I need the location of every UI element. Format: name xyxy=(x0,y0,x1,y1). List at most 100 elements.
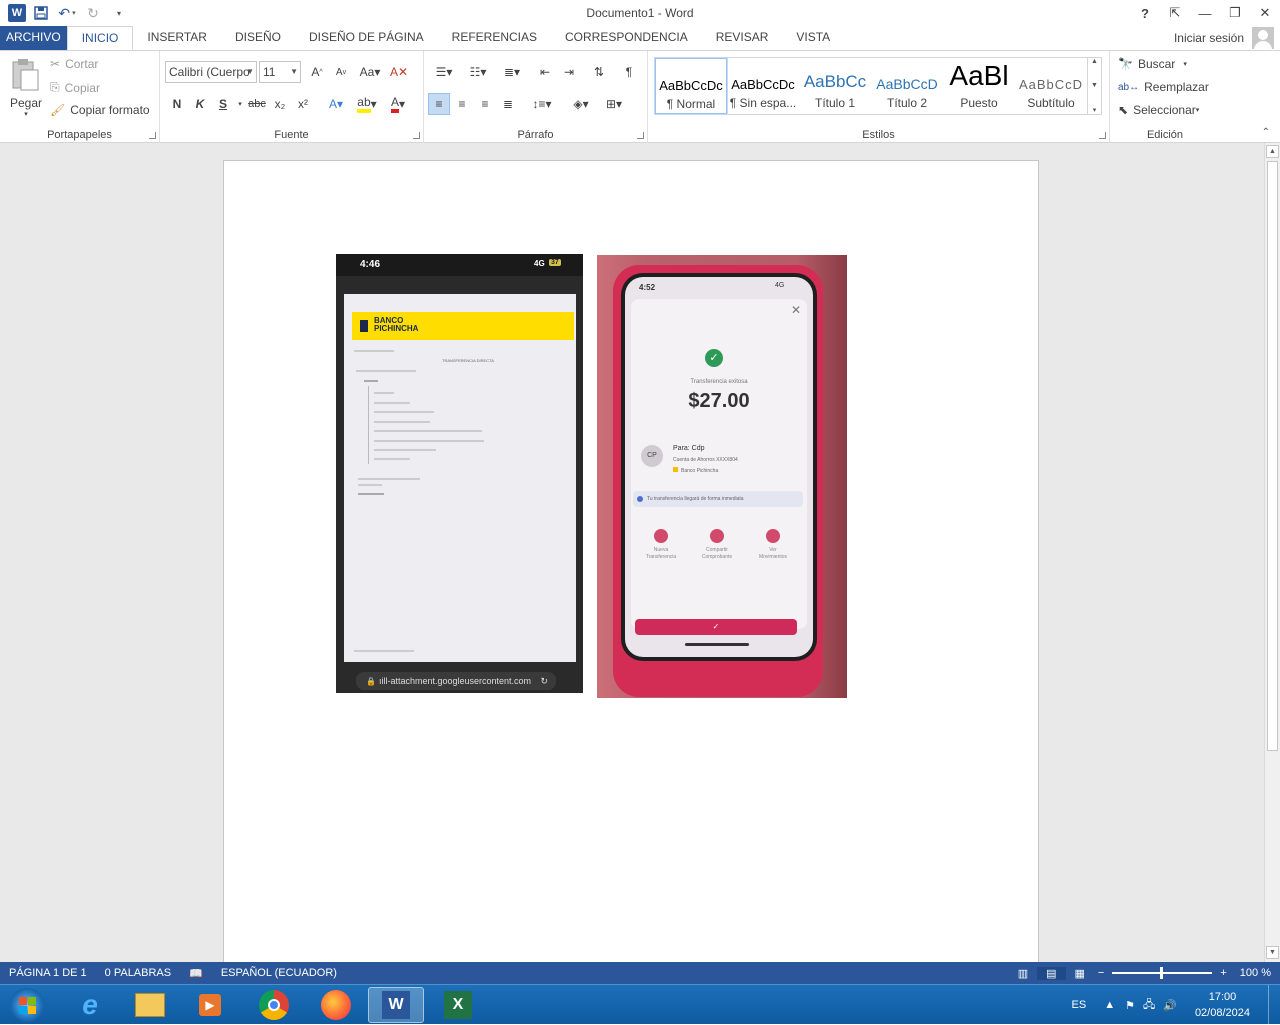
show-desktop-button[interactable] xyxy=(1268,985,1280,1025)
cut-button[interactable]: ✂ Cortar xyxy=(50,57,98,71)
font-name-combo[interactable]: Calibri (Cuerpo ▼ xyxy=(165,61,257,83)
bullets-icon[interactable]: ☰▾ xyxy=(428,61,460,83)
superscript-button[interactable]: x² xyxy=(292,93,314,115)
document-page[interactable]: 4:46 4G 37 BANCO PICHINCHA TRANSFERENCIA… xyxy=(223,160,1039,962)
show-hidden-icons[interactable]: ▲ xyxy=(1104,999,1115,1011)
taskbar-media-player[interactable]: ▶ xyxy=(182,987,238,1023)
taskbar-chrome[interactable] xyxy=(246,987,302,1023)
show-marks-icon[interactable]: ¶ xyxy=(618,61,640,83)
strikethrough-button[interactable]: abc xyxy=(246,93,268,115)
clipboard-launcher[interactable] xyxy=(149,132,156,139)
zoom-thumb[interactable] xyxy=(1160,967,1164,979)
subscript-button[interactable]: x₂ xyxy=(269,93,291,115)
copy-button[interactable]: ⎘ Copiar xyxy=(50,80,100,95)
style-heading-2[interactable]: AaBbCcD Título 2 xyxy=(871,58,943,114)
language[interactable]: ESPAÑOL (ECUADOR) xyxy=(212,967,346,979)
proofing-icon[interactable]: 📖 xyxy=(180,967,212,980)
italic-button[interactable]: K xyxy=(189,93,211,115)
line-spacing-icon[interactable]: ↕≡▾ xyxy=(526,93,558,115)
font-color-icon[interactable]: A ▾ xyxy=(383,93,413,115)
print-layout-icon[interactable]: ▤ xyxy=(1037,966,1066,980)
vertical-scrollbar[interactable]: ▲ ▼ xyxy=(1264,143,1280,962)
underline-dropdown-icon[interactable]: ▾ xyxy=(235,93,245,115)
photo-bank-document[interactable]: 4:46 4G 37 BANCO PICHINCHA TRANSFERENCIA… xyxy=(336,254,583,693)
style-subtitle[interactable]: AaBbCcD Subtítulo xyxy=(1015,58,1087,114)
avatar[interactable] xyxy=(1252,27,1274,49)
scroll-thumb[interactable] xyxy=(1267,161,1278,751)
tab-vista[interactable]: VISTA xyxy=(782,26,844,50)
signin-link[interactable]: Iniciar sesión xyxy=(1174,31,1244,45)
zoom-slider[interactable] xyxy=(1112,967,1213,979)
decrease-indent-icon[interactable]: ⇤ xyxy=(534,61,556,83)
borders-icon[interactable]: ⊞▾ xyxy=(598,93,630,115)
font-size-combo[interactable]: 11 ▼ xyxy=(259,61,301,83)
zoom-level[interactable]: 100 % xyxy=(1231,967,1280,979)
tab-diseno[interactable]: DISEÑO xyxy=(221,26,295,50)
start-button[interactable] xyxy=(2,987,52,1023)
style-normal[interactable]: AaBbCcDc ¶ Normal xyxy=(654,57,728,115)
tab-insertar[interactable]: INSERTAR xyxy=(133,26,221,50)
taskbar-file-explorer[interactable] xyxy=(122,987,178,1023)
help-icon[interactable]: ? xyxy=(1130,0,1160,26)
input-language[interactable]: ES xyxy=(1072,999,1087,1011)
shading-icon[interactable]: ◈▾ xyxy=(565,93,597,115)
replace-button[interactable]: ab↔ Reemplazar xyxy=(1118,80,1209,94)
tab-diseno-de-pagina[interactable]: DISEÑO DE PÁGINA xyxy=(295,26,438,50)
clear-formatting-icon[interactable]: A✕ xyxy=(388,61,410,83)
scroll-down-icon[interactable]: ▼ xyxy=(1266,946,1279,959)
find-button[interactable]: 🔭 Buscar ▾ xyxy=(1118,57,1187,71)
sort-icon[interactable]: ⇅ xyxy=(588,61,610,83)
taskbar-word[interactable]: W xyxy=(368,987,424,1023)
change-case-icon[interactable]: Aa▾ xyxy=(354,61,386,83)
taskbar-firefox[interactable] xyxy=(308,987,364,1023)
save-icon[interactable] xyxy=(30,2,52,24)
align-right-icon[interactable]: ≡ xyxy=(474,93,496,115)
redo-icon[interactable]: ↻ xyxy=(82,2,104,24)
text-effects-icon[interactable]: A▾ xyxy=(321,93,351,115)
select-button[interactable]: ⬉ Seleccionar ▾ xyxy=(1118,103,1199,117)
minimize-icon[interactable]: — xyxy=(1190,0,1220,26)
style-no-spacing[interactable]: AaBbCcDc ¶ Sin espa... xyxy=(727,58,799,114)
tab-archivo[interactable]: ARCHIVO xyxy=(0,26,67,50)
customize-quick-access-icon[interactable]: ▾ xyxy=(108,2,130,24)
styles-scroll[interactable]: ▲ ▼ ▾ xyxy=(1087,58,1101,114)
align-left-icon[interactable]: ≡ xyxy=(428,93,450,115)
format-painter-button[interactable]: 🖌 Copiar formato xyxy=(50,103,150,117)
zoom-in-icon[interactable]: + xyxy=(1216,967,1230,979)
page-count[interactable]: PÁGINA 1 DE 1 xyxy=(0,967,96,979)
bold-button[interactable]: N xyxy=(166,93,188,115)
taskbar-internet-explorer[interactable]: e xyxy=(62,987,118,1023)
photo-transfer-confirmation[interactable]: 4:52 4G ✕ ✓ Transferencia exitosa $27.00… xyxy=(597,255,847,698)
close-icon[interactable]: ✕ xyxy=(1250,0,1280,26)
word-logo-icon[interactable]: W xyxy=(8,4,26,22)
scroll-up-icon[interactable]: ▲ xyxy=(1266,145,1279,158)
style-title[interactable]: AaBl Puesto xyxy=(943,58,1015,114)
paragraph-launcher[interactable] xyxy=(637,132,644,139)
font-launcher[interactable] xyxy=(413,132,420,139)
ribbon-display-options-icon[interactable]: ⇱ xyxy=(1160,0,1190,26)
style-heading-1[interactable]: AaBbCc Título 1 xyxy=(799,58,871,114)
tab-correspondencia[interactable]: CORRESPONDENCIA xyxy=(551,26,702,50)
align-center-icon[interactable]: ≡ xyxy=(451,93,473,115)
tab-revisar[interactable]: REVISAR xyxy=(702,26,783,50)
paste-button[interactable]: Pegar ▾ xyxy=(6,55,46,121)
increase-indent-icon[interactable]: ⇥ xyxy=(558,61,580,83)
underline-button[interactable]: S xyxy=(212,93,234,115)
word-count[interactable]: 0 PALABRAS xyxy=(96,967,180,979)
restore-icon[interactable]: ❐ xyxy=(1220,0,1250,26)
tab-referencias[interactable]: REFERENCIAS xyxy=(438,26,551,50)
web-layout-icon[interactable]: ▦ xyxy=(1066,967,1094,980)
zoom-out-icon[interactable]: − xyxy=(1094,967,1108,979)
taskbar-excel[interactable]: X xyxy=(430,987,486,1023)
undo-icon[interactable]: ↶ ▾ xyxy=(56,2,78,24)
action-center-icon[interactable]: ⚑ xyxy=(1125,999,1135,1012)
read-mode-icon[interactable]: ▥ xyxy=(1009,967,1037,980)
numbering-icon[interactable]: ☷▾ xyxy=(462,61,494,83)
justify-icon[interactable]: ≣ xyxy=(497,93,519,115)
volume-icon[interactable]: 🔊 xyxy=(1163,999,1177,1012)
highlight-icon[interactable]: ab ▾ xyxy=(352,93,382,115)
clock[interactable]: 17:00 02/08/2024 xyxy=(1195,989,1250,1021)
grow-font-icon[interactable]: A ^ xyxy=(306,61,328,83)
multilevel-list-icon[interactable]: ≣▾ xyxy=(496,61,528,83)
collapse-ribbon-icon[interactable]: ⌃ xyxy=(1262,127,1270,138)
